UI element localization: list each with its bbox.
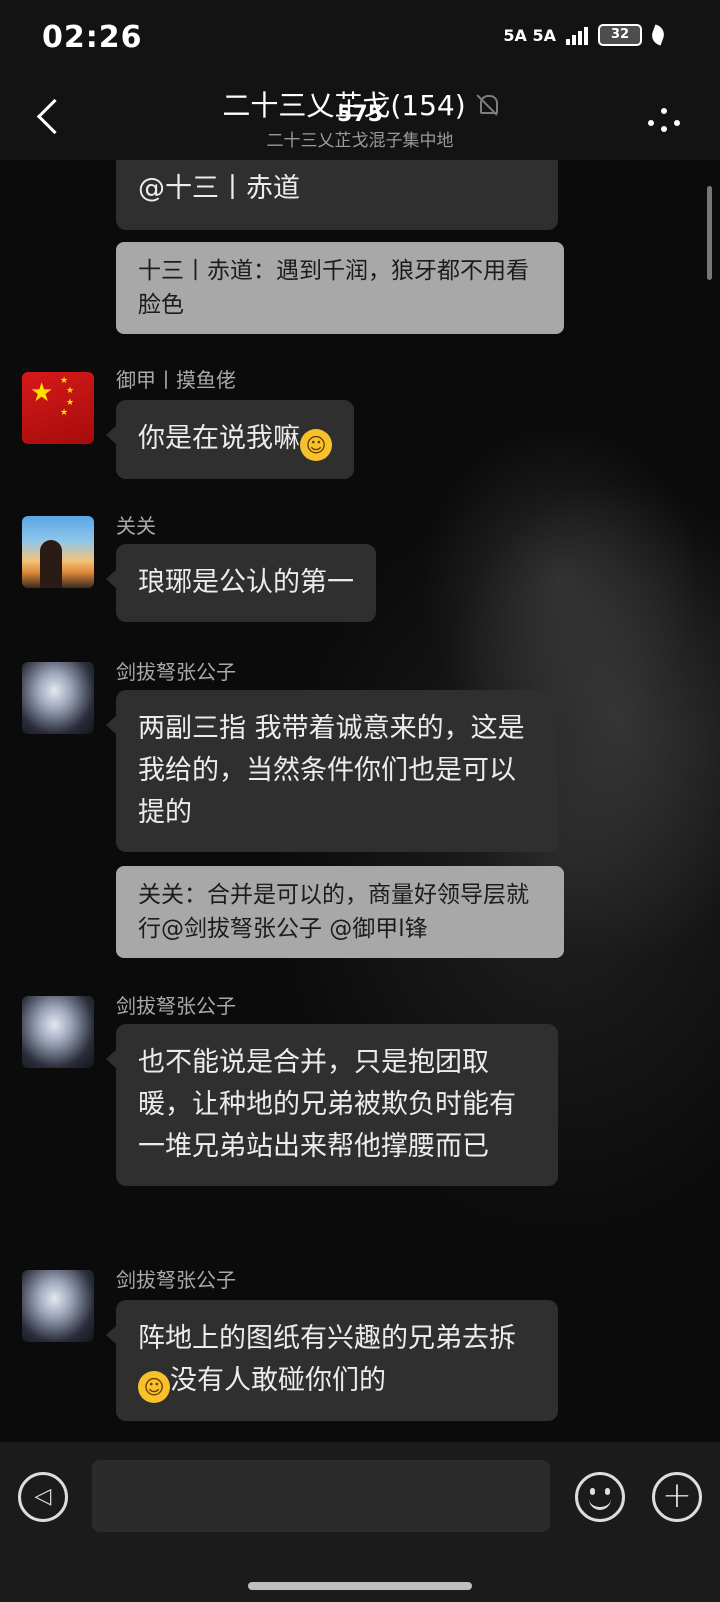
message-bubble[interactable]: 你是在说我嘛 ☺ [106,400,354,479]
quoted-reply[interactable]: 关关：合并是可以的，商量好领导层就行@剑拔弩张公子 @御甲l锋 [116,866,564,958]
message-text: @十三丨赤道 [138,173,300,204]
star-icon: ★ [66,386,75,396]
quote-text: 关关：合并是可以的，商量好领导层就行@剑拔弩张公子 @御甲l锋 [138,882,529,942]
message-text: 琅琊是公认的第一 [138,567,354,598]
message-input[interactable] [92,1460,550,1532]
avatar[interactable] [22,662,94,734]
network-speed: 5A 5A [503,25,556,45]
status-bar: 02:26 5A 5A 32 [0,0,720,72]
group-subtitle: 二十三乂芷戈混子集中地 [266,131,454,151]
scrollbar[interactable] [707,186,712,280]
chat-header: 二十三乂芷戈(154) 二十三乂芷戈混子集中地 575 [0,72,720,160]
message-bubble[interactable]: 也不能说是合并，只是抱团取暖，让种地的兄弟被欺负时能有一堆兄弟站出来帮他撑腰而已 [106,1024,558,1186]
quote-text: 十三丨赤道：遇到千润，狼牙都不用看脸色 [138,258,529,318]
leaf-icon [649,24,667,46]
star-icon: ★ [66,398,75,408]
sender-name: 剑拔弩张公子 [116,660,236,684]
sender-name: 关关 [116,514,156,538]
more-dots-icon[interactable] [648,104,680,132]
message-bubble[interactable]: 琅琊是公认的第一 [106,544,376,622]
sender-name: 剑拔弩张公子 [116,994,236,1018]
voice-icon[interactable]: ◁ [18,1472,68,1522]
avatar[interactable] [22,516,94,588]
smirking-emoji-icon: ☺ [138,1371,170,1403]
status-time: 02:26 [42,20,143,55]
avatar[interactable]: ★ ★ ★ ★ ★ [22,372,94,444]
avatar[interactable] [22,1270,94,1342]
message-text: 没有人敢碰你们的 [170,1365,386,1396]
star-icon: ★ [30,378,54,408]
sender-name: 剑拔弩张公子 [116,1268,236,1292]
message-text: 你是在说我嘛 [138,423,300,454]
signal-icon [566,25,588,45]
emoji-icon[interactable] [575,1472,625,1522]
message-text: 阵地上的图纸有兴趣的兄弟去拆 [138,1323,516,1354]
star-icon: ★ [60,408,69,418]
unread-count-badge: 575 [337,102,383,127]
message-text: 两副三指 我带着诚意来的，这是我给的，当然条件你们也是可以提的 [138,713,525,828]
grinning-emoji-icon: ☺ [300,429,332,461]
battery-icon: 32 [598,24,642,46]
message-bubble[interactable]: @十三丨赤道 [116,160,558,230]
person-silhouette [40,540,62,588]
message-text: 也不能说是合并，只是抱团取暖，让种地的兄弟被欺负时能有一堆兄弟站出来帮他撑腰而已 [138,1047,516,1162]
sender-name: 御甲丨摸鱼佬 [116,368,236,392]
message-bubble[interactable]: 两副三指 我带着诚意来的，这是我给的，当然条件你们也是可以提的 [106,690,558,852]
status-icons: 5A 5A 32 [503,24,667,46]
star-icon: ★ [60,376,69,386]
avatar[interactable] [22,996,94,1068]
home-indicator[interactable] [248,1582,472,1590]
message-list[interactable]: @十三丨赤道 十三丨赤道：遇到千润，狼牙都不用看脸色 ★ ★ ★ ★ ★ 御甲丨… [0,160,720,1442]
message-bubble[interactable]: 阵地上的图纸有兴趣的兄弟去拆 ☺ 没有人敢碰你们的 [106,1300,558,1421]
input-bar: ◁ + [0,1442,720,1602]
quoted-reply[interactable]: 十三丨赤道：遇到千润，狼牙都不用看脸色 [116,242,564,334]
plus-icon[interactable]: + [652,1472,702,1522]
